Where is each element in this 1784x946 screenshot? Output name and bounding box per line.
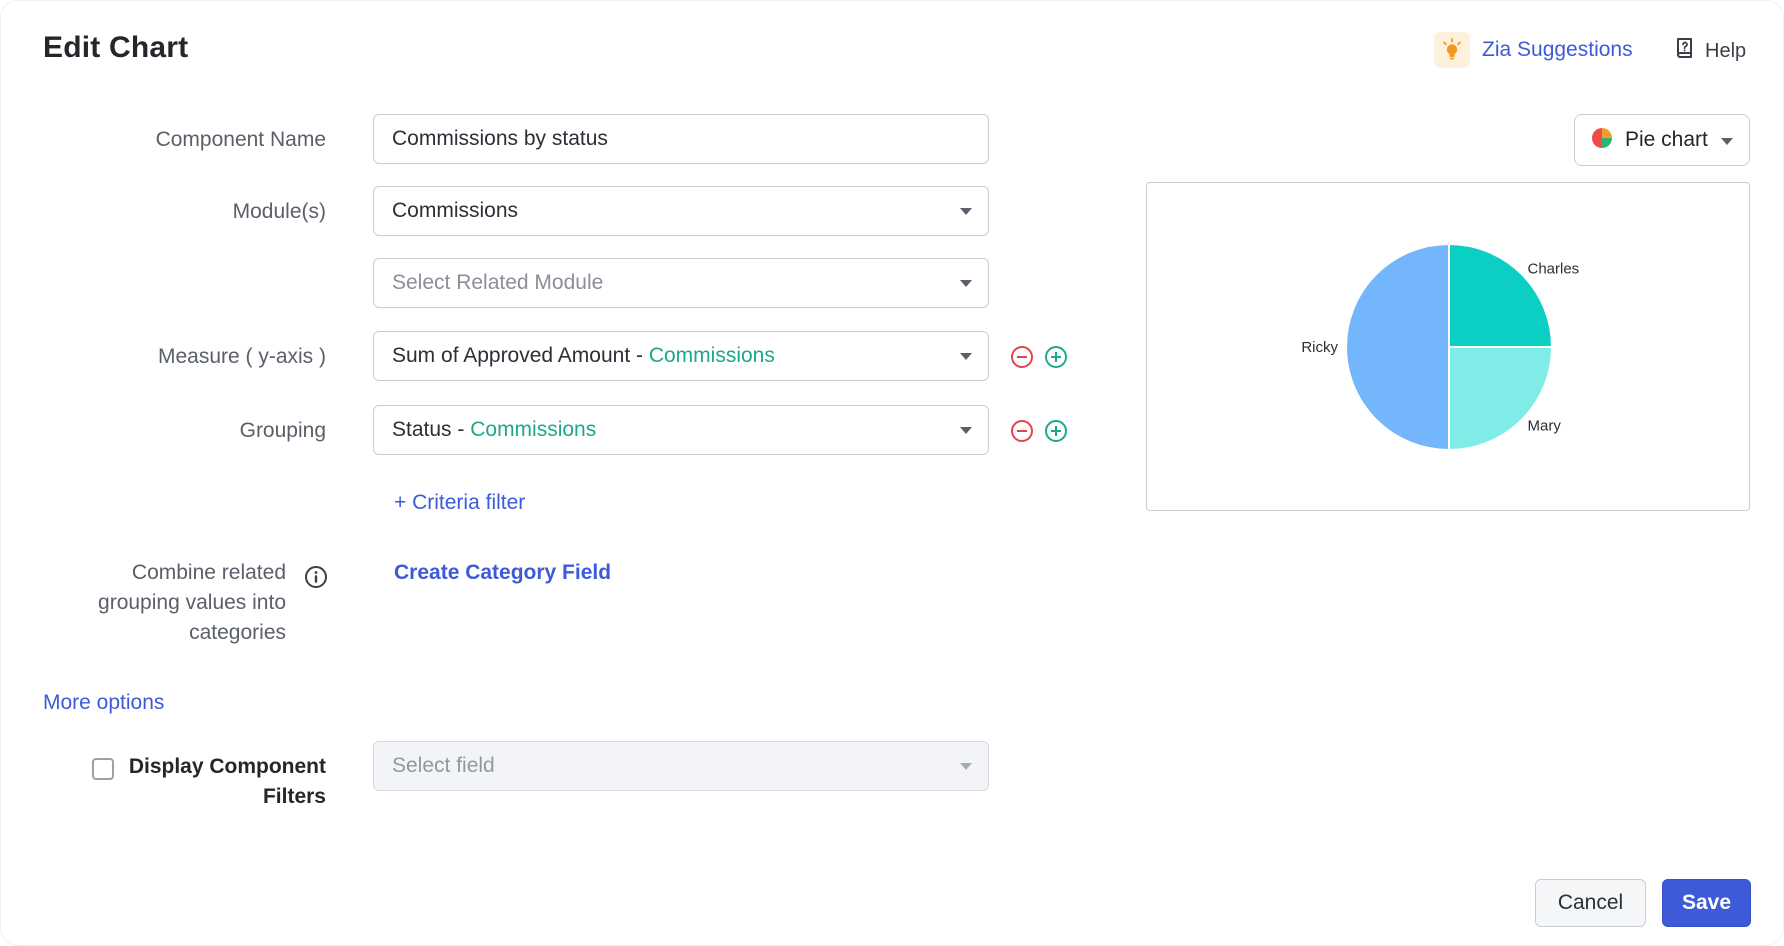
display-filters-checkbox[interactable]	[92, 758, 114, 780]
pie-slice-charles[interactable]	[1448, 242, 1554, 348]
grouping-select[interactable]: Status - Commissions	[373, 405, 989, 455]
measure-module: Commissions	[648, 344, 775, 367]
info-icon[interactable]	[304, 565, 328, 589]
module-select-value: Commissions	[392, 199, 519, 222]
help-button[interactable]: Help	[1675, 35, 1746, 67]
remove-measure-button[interactable]	[1011, 346, 1033, 368]
measure-value: Sum of Approved Amount	[392, 344, 631, 367]
create-category-field-link[interactable]: Create Category Field	[394, 561, 611, 585]
pie-label-mary: Mary	[1527, 417, 1561, 434]
pie-chart-icon	[1591, 127, 1613, 154]
add-measure-button[interactable]	[1045, 346, 1067, 368]
related-module-select[interactable]: Select Related Module	[373, 258, 989, 308]
cancel-button[interactable]: Cancel	[1535, 879, 1646, 927]
pie-chart: Charles Mary Ricky	[1301, 242, 1579, 452]
grouping-module: Commissions	[470, 418, 597, 441]
module-select[interactable]: Commissions	[373, 186, 989, 236]
zia-suggestions-button[interactable]: Zia Suggestions	[1434, 31, 1633, 69]
pie-slice-ricky[interactable]	[1345, 242, 1450, 452]
related-module-placeholder: Select Related Module	[392, 271, 604, 294]
pie-label-ricky: Ricky	[1301, 339, 1338, 356]
criteria-filter-link[interactable]: + Criteria filter	[394, 491, 525, 515]
display-filters-label: Display Component Filters	[128, 755, 326, 808]
filter-field-select: Select field	[373, 741, 989, 791]
component-name-label: Component Name	[155, 128, 326, 151]
chart-type-label: Pie chart	[1625, 128, 1708, 151]
pie-slice-mary[interactable]	[1448, 346, 1554, 452]
modules-label: Module(s)	[232, 200, 326, 223]
pie-label-charles: Charles	[1527, 261, 1579, 278]
more-options-link[interactable]: More options	[43, 691, 164, 715]
measure-label: Measure ( y-axis )	[157, 345, 326, 368]
measure-row-actions	[1011, 346, 1067, 368]
edit-chart-dialog: Edit Chart Zia Suggestions Help Componen…	[0, 0, 1784, 946]
component-name-value: Commissions by status	[392, 127, 608, 150]
lightbulb-icon	[1434, 32, 1470, 68]
add-grouping-button[interactable]	[1045, 420, 1067, 442]
page-title: Edit Chart	[43, 31, 189, 64]
grouping-value: Status	[392, 418, 452, 441]
combine-label: Combine related grouping values into cat…	[98, 561, 286, 644]
help-book-icon	[1675, 37, 1695, 66]
measure-separator: -	[630, 344, 649, 367]
save-button[interactable]: Save	[1662, 879, 1751, 927]
zia-suggestions-label: Zia Suggestions	[1482, 38, 1633, 61]
grouping-label: Grouping	[239, 419, 326, 442]
measure-select[interactable]: Sum of Approved Amount - Commissions	[373, 331, 989, 381]
filter-field-placeholder: Select field	[392, 754, 495, 777]
grouping-row-actions	[1011, 420, 1067, 442]
remove-grouping-button[interactable]	[1011, 420, 1033, 442]
component-name-input[interactable]: Commissions by status	[373, 114, 989, 164]
chart-type-select[interactable]: Pie chart	[1574, 114, 1750, 166]
chart-preview: Charles Mary Ricky	[1146, 182, 1750, 511]
grouping-separator: -	[451, 418, 471, 441]
help-label: Help	[1705, 39, 1747, 62]
